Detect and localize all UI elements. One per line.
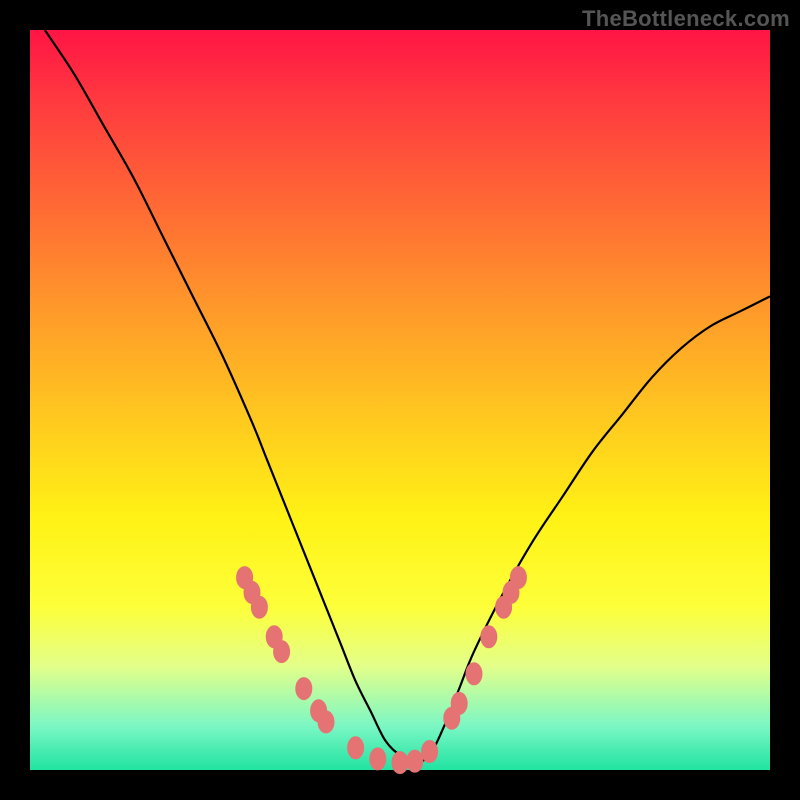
- data-marker: [510, 567, 526, 589]
- data-marker: [296, 678, 312, 700]
- data-marker: [274, 641, 290, 663]
- chart-frame: TheBottleneck.com: [0, 0, 800, 800]
- data-marker: [251, 596, 267, 618]
- plot-area: [30, 30, 770, 770]
- data-marker: [451, 692, 467, 714]
- data-marker: [392, 752, 408, 774]
- data-marker: [422, 741, 438, 763]
- data-marker: [466, 663, 482, 685]
- data-marker: [481, 626, 497, 648]
- data-marker: [348, 737, 364, 759]
- data-marker: [318, 711, 334, 733]
- watermark-text: TheBottleneck.com: [582, 6, 790, 32]
- data-marker: [370, 748, 386, 770]
- bottleneck-curve: [45, 30, 770, 763]
- marker-group: [237, 567, 527, 774]
- curve-svg: [30, 30, 770, 770]
- data-marker: [407, 750, 423, 772]
